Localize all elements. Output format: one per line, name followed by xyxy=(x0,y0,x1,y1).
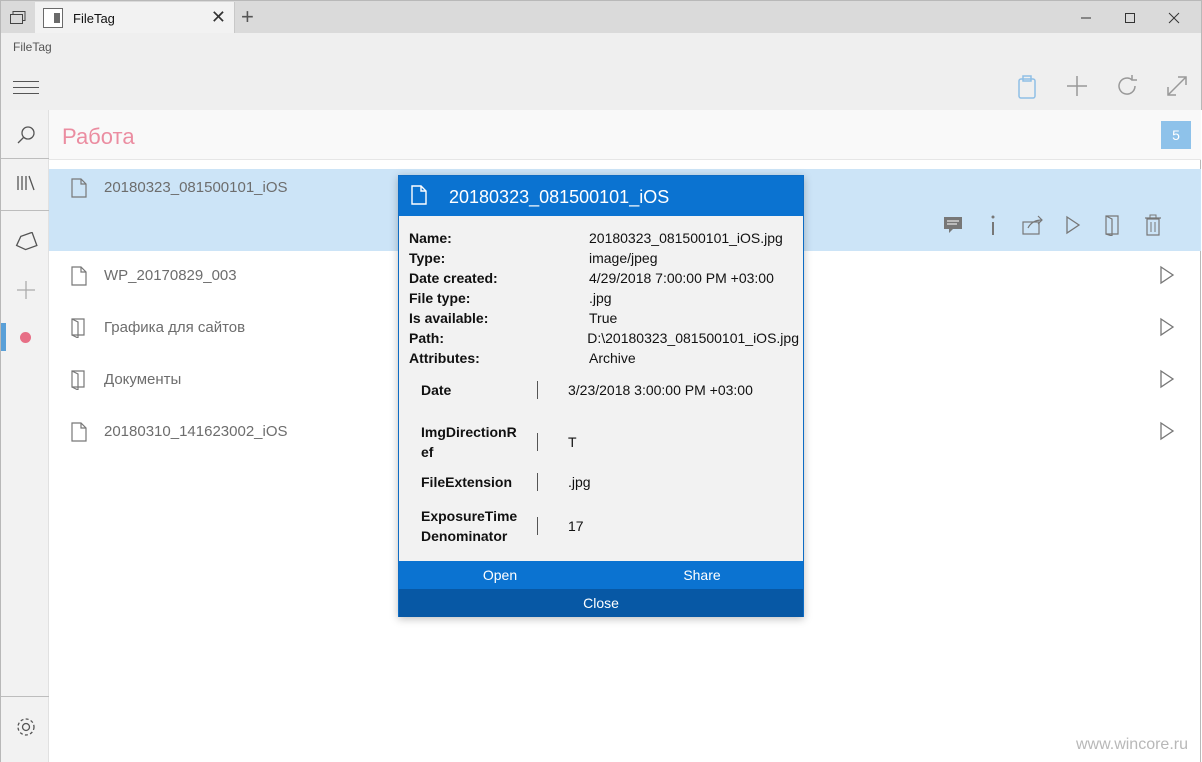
metadata-value: T xyxy=(568,434,577,450)
metadata-list: Date 3/23/2018 3:00:00 PM +03:00 ImgDire… xyxy=(421,378,791,546)
info-icon[interactable] xyxy=(973,213,1013,237)
maximize-button[interactable] xyxy=(1107,1,1153,34)
app-header: FileTag xyxy=(0,33,1202,110)
property-row: Type: image/jpeg xyxy=(409,248,799,268)
metadata-row: FileExtension .jpg xyxy=(421,470,791,494)
app-icon xyxy=(43,8,63,28)
metadata-value: .jpg xyxy=(568,474,591,490)
metadata-row: Date 3/23/2018 3:00:00 PM +03:00 xyxy=(421,378,791,402)
tab-title: FileTag xyxy=(73,10,115,26)
clipboard-icon[interactable] xyxy=(1013,73,1041,101)
open-button[interactable]: Open xyxy=(399,561,601,589)
settings-icon[interactable] xyxy=(1,707,50,747)
refresh-icon[interactable] xyxy=(1113,73,1141,101)
dialog-header: 20180323_081500101_iOS xyxy=(399,176,803,216)
property-list: Name: 20180323_081500101_iOS.jpg Type: ima… xyxy=(409,228,799,368)
metadata-row: ImgDirectionRef T xyxy=(421,422,791,462)
search-icon[interactable] xyxy=(1,115,50,155)
maximize-icon xyxy=(1125,12,1135,23)
play-icon[interactable] xyxy=(1159,369,1175,389)
metadata-row: ExposureTimeDenominator 17 xyxy=(421,506,791,546)
hamburger-menu-button[interactable] xyxy=(13,81,39,99)
file-icon xyxy=(71,178,87,198)
property-key: Path: xyxy=(409,330,444,346)
property-row: Is available: True xyxy=(409,308,799,328)
add-icon[interactable] xyxy=(1063,73,1091,101)
file-icon xyxy=(71,422,87,442)
tab-filetag[interactable]: FileTag ✕ xyxy=(35,2,235,34)
file-icon xyxy=(411,185,427,205)
minimize-button[interactable] xyxy=(1063,1,1109,34)
metadata-key: Date xyxy=(421,382,452,398)
property-value: image/jpeg xyxy=(589,250,658,266)
minimize-icon xyxy=(1081,17,1091,18)
property-value: D:\20180323_081500101_iOS.jpg xyxy=(587,330,799,346)
property-key: Is available: xyxy=(409,310,489,326)
tag-icon[interactable] xyxy=(1,222,50,262)
expand-icon[interactable] xyxy=(1163,73,1191,101)
play-icon[interactable] xyxy=(1159,265,1175,285)
group-title: Работа xyxy=(62,124,135,149)
metadata-value: 3/23/2018 3:00:00 PM +03:00 xyxy=(568,382,753,398)
open-folder-icon[interactable] xyxy=(1093,213,1133,237)
dialog-actions: Open Share xyxy=(399,561,803,589)
color-dot-icon[interactable] xyxy=(1,317,50,357)
close-window-button[interactable] xyxy=(1151,1,1197,34)
file-name: Документы xyxy=(104,371,182,388)
close-icon xyxy=(1168,12,1180,23)
file-name: 20180323_081500101_iOS xyxy=(104,179,288,196)
tabs-icon xyxy=(10,10,26,24)
property-row: Name: 20180323_081500101_iOS.jpg xyxy=(409,228,799,248)
share-button[interactable]: Share xyxy=(601,561,803,589)
property-value: 20180323_081500101_iOS.jpg xyxy=(589,230,783,246)
property-value: Archive xyxy=(589,350,636,366)
add-tag-icon[interactable] xyxy=(1,270,50,310)
close-button[interactable]: Close xyxy=(399,589,803,617)
group-header: Работа 5 xyxy=(49,110,1201,160)
dialog-title: 20180323_081500101_iOS xyxy=(449,187,670,207)
property-row: Attributes: Archive xyxy=(409,348,799,368)
new-tab-button[interactable]: + xyxy=(241,5,254,29)
property-row: File type: .jpg xyxy=(409,288,799,308)
property-value: True xyxy=(589,310,618,326)
play-icon[interactable] xyxy=(1053,213,1093,237)
left-rail xyxy=(0,110,50,762)
metadata-key: ExposureTimeDenominator xyxy=(421,508,518,544)
close-tab-icon[interactable]: ✕ xyxy=(211,8,226,26)
row-action-bar xyxy=(933,213,1173,237)
folder-icon xyxy=(71,318,85,338)
file-name: WP_20170829_003 xyxy=(104,267,237,284)
tab-switcher-button[interactable] xyxy=(1,1,35,34)
property-key: File type: xyxy=(409,290,471,306)
property-value: 4/29/2018 7:00:00 PM +03:00 xyxy=(589,270,774,286)
share-icon[interactable] xyxy=(1013,213,1053,237)
folder-icon xyxy=(71,370,85,390)
comment-icon[interactable] xyxy=(933,213,973,237)
tab-bar: FileTag ✕ + xyxy=(0,0,1202,34)
metadata-value: 17 xyxy=(568,518,584,534)
property-key: Type: xyxy=(409,250,446,266)
play-icon[interactable] xyxy=(1159,421,1175,441)
play-icon[interactable] xyxy=(1159,317,1175,337)
property-value: .jpg xyxy=(589,290,612,306)
file-icon xyxy=(71,266,87,286)
file-name: Графика для сайтов xyxy=(104,319,246,336)
property-key: Date created: xyxy=(409,270,498,286)
file-details-dialog: 20180323_081500101_iOS Name: 20180323_081… xyxy=(398,175,804,617)
app-title: FileTag xyxy=(13,40,52,54)
property-key: Name: xyxy=(409,230,452,246)
library-icon[interactable] xyxy=(1,163,50,203)
delete-icon[interactable] xyxy=(1133,213,1173,237)
metadata-key: ImgDirectionRef xyxy=(421,424,517,460)
count-badge: 5 xyxy=(1161,121,1191,149)
property-row: Path: D:\20180323_081500101_iOS.jpg xyxy=(409,328,799,348)
watermark: www.wincore.ru xyxy=(1075,736,1188,753)
property-key: Attributes: xyxy=(409,350,480,366)
property-row: Date created: 4/29/2018 7:00:00 PM +03:00 xyxy=(409,268,799,288)
metadata-key: FileExtension xyxy=(421,474,513,490)
file-name: 20180310_141623002_iOS xyxy=(104,423,288,440)
